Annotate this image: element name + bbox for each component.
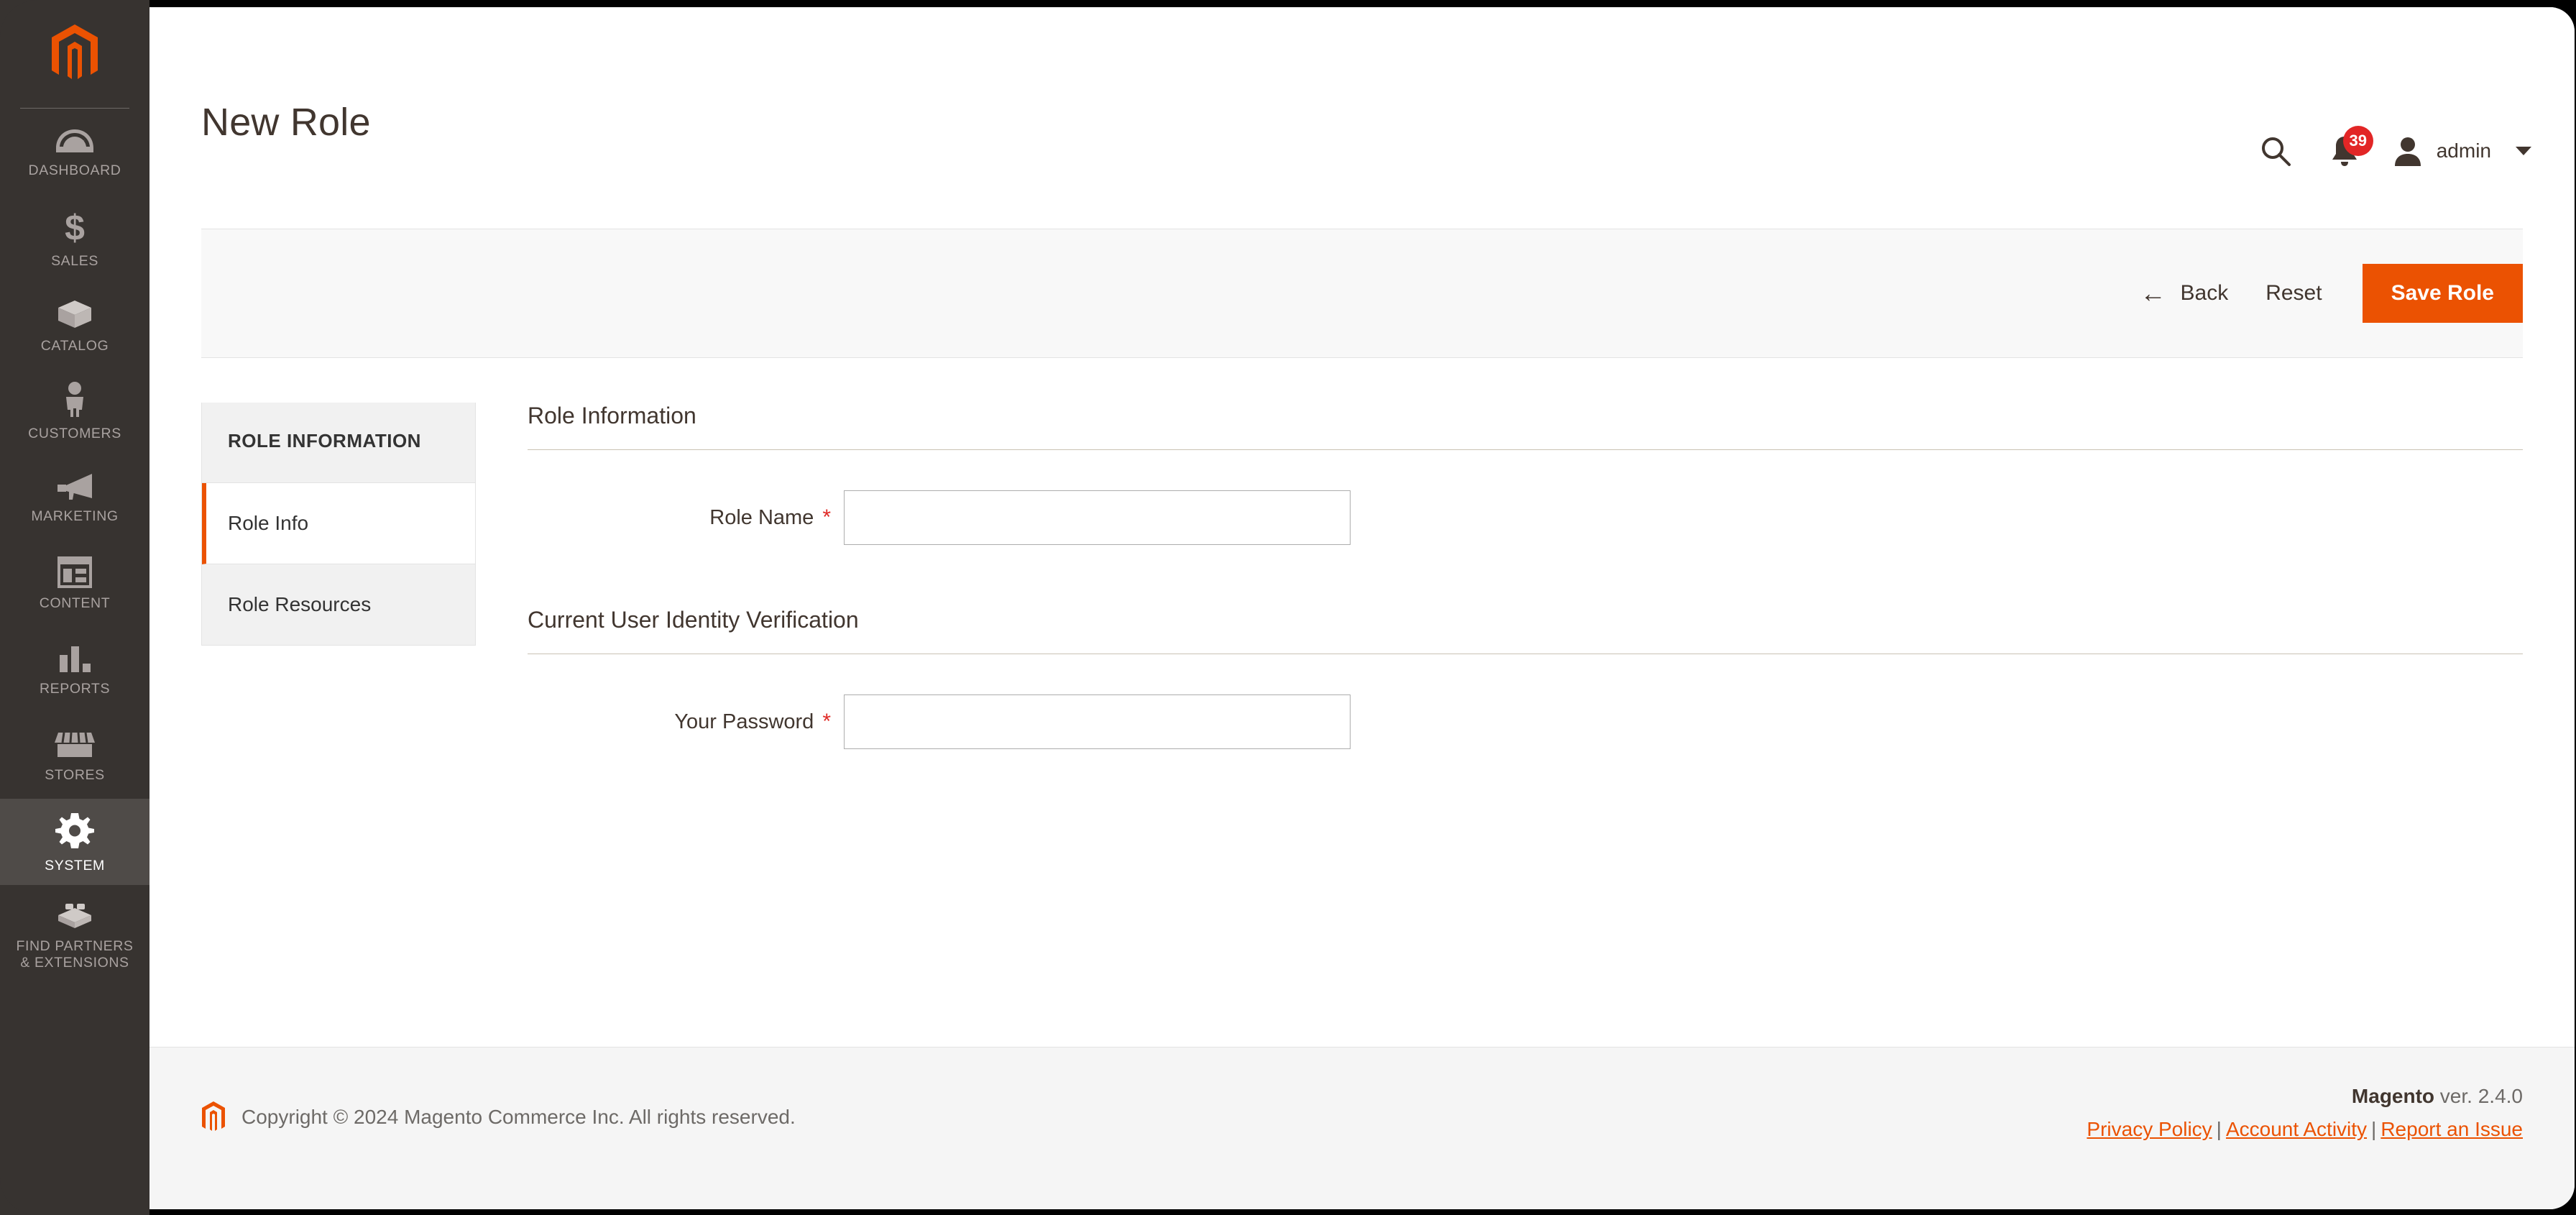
- tab-role-info[interactable]: Role Info: [202, 483, 475, 564]
- fieldset-legend: Role Information: [528, 403, 696, 428]
- bar-chart-icon: [57, 643, 93, 674]
- chevron-down-icon[interactable]: [2516, 147, 2531, 155]
- save-role-button[interactable]: Save Role: [2362, 264, 2523, 323]
- fieldset-legend: Current User Identity Verification: [528, 607, 859, 633]
- sidebar-item-dashboard[interactable]: DASHBOARD: [0, 109, 150, 195]
- sidebar-item-label: DASHBOARD: [28, 162, 121, 178]
- sidebar-item-system[interactable]: SYSTEM: [0, 799, 150, 886]
- sidebar-item-customers[interactable]: CUSTOMERS: [0, 367, 150, 454]
- sidebar-item-label: SALES: [51, 252, 98, 269]
- sidebar-item-catalog[interactable]: CATALOG: [0, 281, 150, 367]
- tab-label: Role Info: [228, 512, 309, 534]
- sidebar-item-label: CUSTOMERS: [28, 425, 121, 441]
- notification-count-badge: 39: [2342, 126, 2373, 156]
- gear-icon: [55, 812, 94, 850]
- page-header: New Role 39 admin: [150, 7, 2575, 229]
- copyright-text: Copyright © 2024 Magento Commerce Inc. A…: [242, 1106, 796, 1128]
- tabs-panel-title: ROLE INFORMATION: [202, 403, 475, 483]
- main-sidebar-nav: DASHBOARD $ SALES CATALOG CUSTOMERS MARK…: [0, 0, 150, 1215]
- page-footer: Copyright © 2024 Magento Commerce Inc. A…: [150, 1047, 2575, 1209]
- search-icon[interactable]: [2241, 126, 2310, 176]
- role-form: Role Information Role Name * Current Use…: [476, 403, 2523, 811]
- reset-button[interactable]: Reset: [2266, 281, 2322, 306]
- field-label-wrap: Your Password *: [528, 710, 844, 734]
- sidebar-item-marketing[interactable]: MARKETING: [0, 454, 150, 540]
- magento-footer-logo: [201, 1101, 226, 1134]
- legend-divider: [528, 449, 2523, 450]
- required-indicator: *: [822, 505, 831, 529]
- magento-brand-label: Magento: [2351, 1085, 2435, 1107]
- sidebar-item-reports[interactable]: REPORTS: [0, 626, 150, 712]
- blocks-icon: [55, 898, 94, 931]
- footer-copyright-block: Copyright © 2024 Magento Commerce Inc. A…: [201, 1101, 796, 1134]
- page-title: New Role: [201, 101, 371, 144]
- person-icon: [60, 381, 89, 418]
- megaphone-icon: [55, 471, 95, 501]
- sidebar-item-find-partners-extensions[interactable]: FIND PARTNERS & EXTENSIONS: [0, 885, 150, 982]
- fieldset-current-user-identity-verification: Current User Identity Verification Your …: [528, 607, 2523, 749]
- sidebar-item-label: CONTENT: [39, 595, 111, 611]
- sidebar-item-label: REPORTS: [39, 680, 111, 697]
- sidebar-item-content[interactable]: CONTENT: [0, 540, 150, 626]
- sidebar-item-label: MARKETING: [31, 508, 119, 524]
- footer-meta-block: Magento ver. 2.4.0 Privacy Policy | Accoun…: [2087, 1085, 2523, 1141]
- link-separator: |: [2371, 1118, 2377, 1140]
- magento-logo[interactable]: [0, 0, 150, 108]
- dashboard-gauge-icon: [55, 127, 95, 155]
- role-name-input[interactable]: [844, 490, 1351, 545]
- user-name-label: admin: [2436, 139, 2491, 162]
- version-number: ver. 2.4.0: [2434, 1085, 2523, 1107]
- fieldset-role-information: Role Information Role Name *: [528, 403, 2523, 545]
- svg-text:$: $: [65, 208, 85, 246]
- page-body: ROLE INFORMATION Role Info Role Resource…: [150, 358, 2575, 991]
- layout-page-icon: [58, 556, 92, 588]
- sidebar-item-label: FIND PARTNERS & EXTENSIONS: [16, 938, 134, 971]
- field-label-wrap: Role Name *: [528, 506, 844, 530]
- field-row-your-password: Your Password *: [528, 694, 2523, 749]
- arrow-left-icon: ←: [2140, 278, 2166, 308]
- box-package-icon: [55, 296, 94, 331]
- report-an-issue-link[interactable]: Report an Issue: [2380, 1118, 2523, 1140]
- footer-links: Privacy Policy | Account Activity | Report a…: [2087, 1118, 2523, 1141]
- required-indicator: *: [822, 710, 831, 733]
- tab-role-resources[interactable]: Role Resources: [202, 564, 475, 645]
- back-button[interactable]: ← Back: [2140, 280, 2229, 306]
- main-content-area: New Role 39 admin ← Back Reset Save Role…: [150, 7, 2575, 1209]
- sidebar-item-label: SYSTEM: [45, 858, 105, 874]
- back-button-label: Back: [2180, 281, 2229, 305]
- page-actions-toolbar: ← Back Reset Save Role: [201, 229, 2523, 358]
- user-avatar-icon: [2392, 134, 2424, 168]
- sidebar-item-label: STORES: [45, 766, 105, 783]
- link-separator: |: [2216, 1118, 2222, 1140]
- sidebar-item-stores[interactable]: STORES: [0, 712, 150, 799]
- version-label: Magento ver. 2.4.0: [2087, 1085, 2523, 1108]
- notifications-bell-button[interactable]: 39: [2310, 126, 2379, 176]
- storefront-icon: [54, 730, 96, 760]
- field-row-role-name: Role Name *: [528, 490, 2523, 545]
- account-activity-link[interactable]: Account Activity: [2226, 1118, 2367, 1140]
- sidebar-item-sales[interactable]: $ SALES: [0, 195, 150, 281]
- privacy-policy-link[interactable]: Privacy Policy: [2087, 1118, 2212, 1140]
- role-information-tabs-panel: ROLE INFORMATION Role Info Role Resource…: [201, 403, 476, 646]
- admin-page-root: DASHBOARD $ SALES CATALOG CUSTOMERS MARK…: [0, 0, 2576, 1215]
- dollar-sign-icon: $: [60, 208, 89, 248]
- role-name-label: Role Name: [709, 505, 814, 529]
- sidebar-item-label: CATALOG: [40, 337, 109, 354]
- your-password-input[interactable]: [844, 694, 1351, 749]
- tab-label: Role Resources: [228, 593, 372, 615]
- your-password-label: Your Password: [674, 710, 814, 733]
- user-account-menu[interactable]: admin: [2379, 134, 2531, 168]
- admin-toolbar: 39 admin: [2241, 126, 2531, 176]
